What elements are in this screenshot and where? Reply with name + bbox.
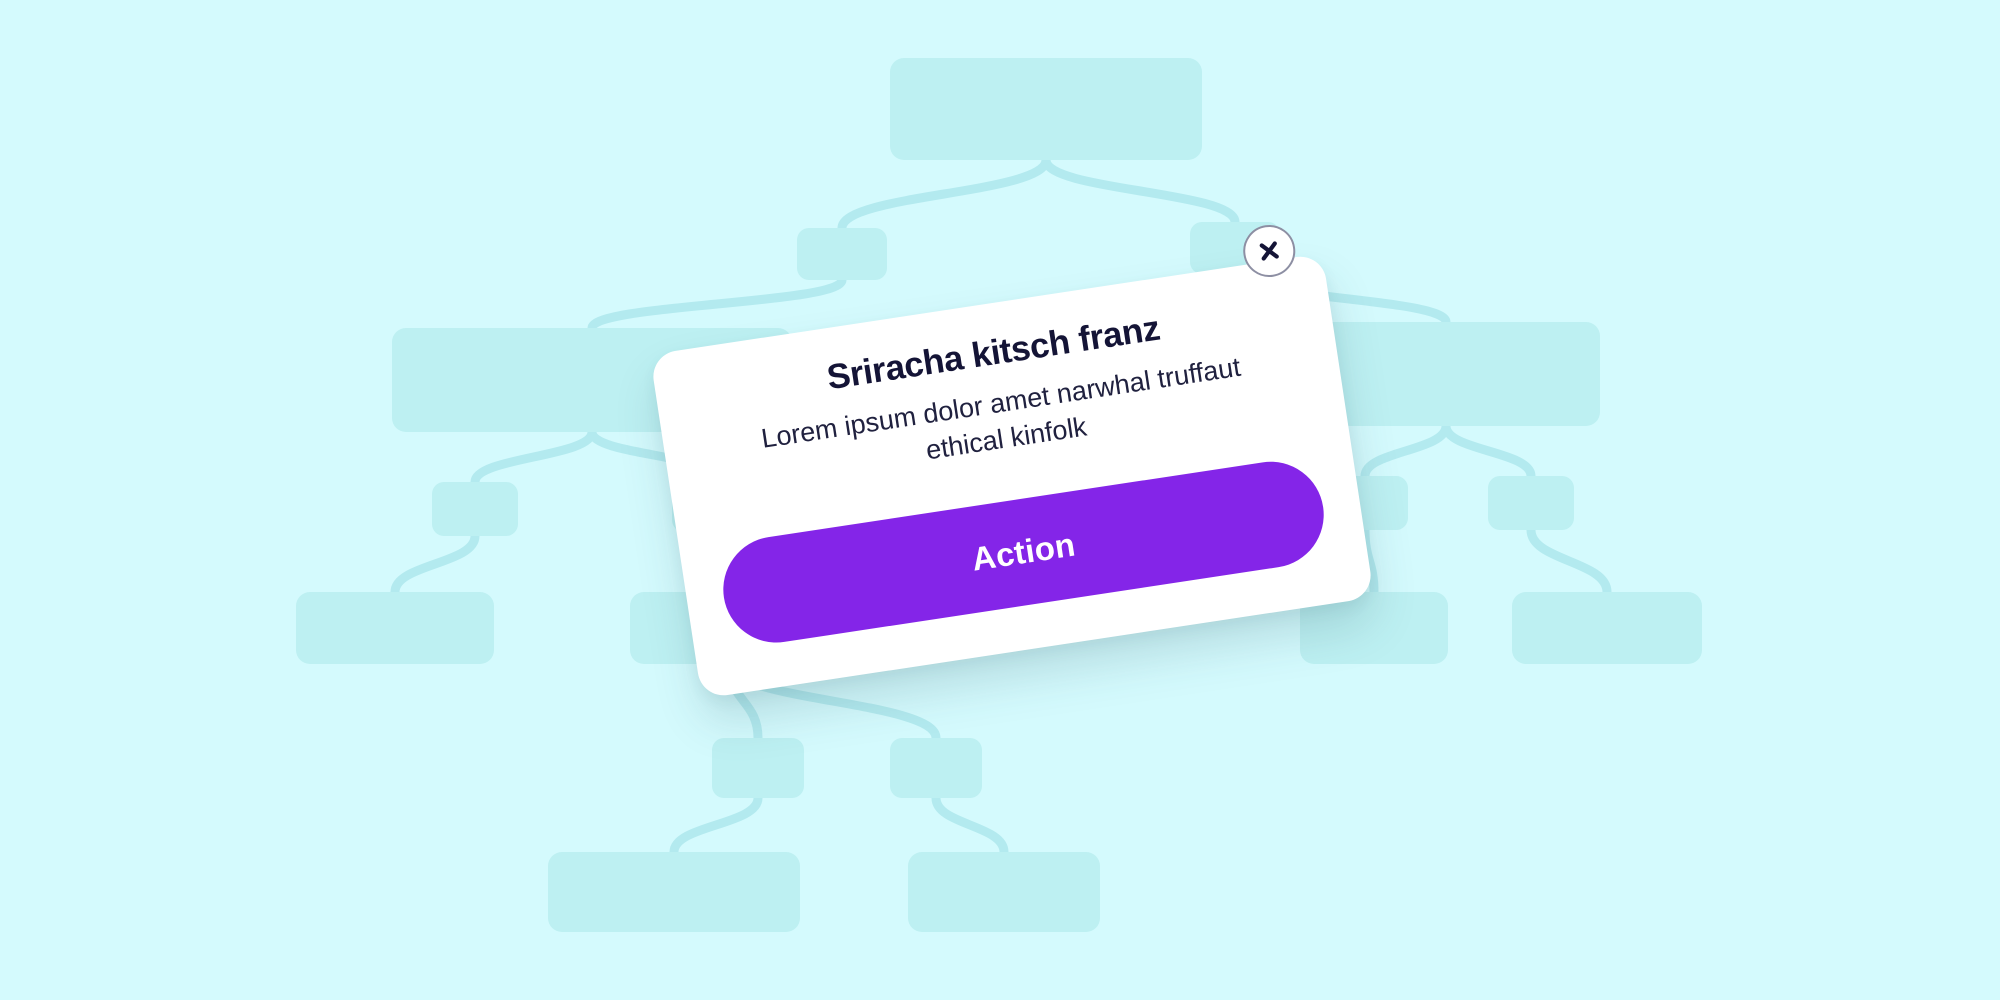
mindmap-node [296,592,494,664]
mindmap-node [890,738,982,798]
mindmap-connector [837,155,1051,233]
mindmap-node [797,228,887,280]
mindmap-connector [470,427,597,487]
close-icon [1259,241,1279,261]
mindmap-node [890,58,1202,160]
mindmap-node [1488,476,1574,530]
mindmap-node [432,482,518,536]
mindmap-connector [931,793,1009,857]
mindmap-node [908,852,1100,932]
mindmap-connector [1441,421,1536,481]
mindmap-connector [1041,155,1240,227]
screen-root: Sriracha kitsch franz Lorem ipsum dolor … [0,0,2000,1000]
mindmap-node [712,738,804,798]
mindmap-node [548,852,800,932]
mindmap-node [1512,592,1702,664]
mindmap-connector [669,793,763,857]
mindmap-connector [1360,421,1451,481]
mindmap-connector [390,531,480,597]
mindmap-connector [1526,525,1612,597]
mindmap-connector [587,275,847,333]
